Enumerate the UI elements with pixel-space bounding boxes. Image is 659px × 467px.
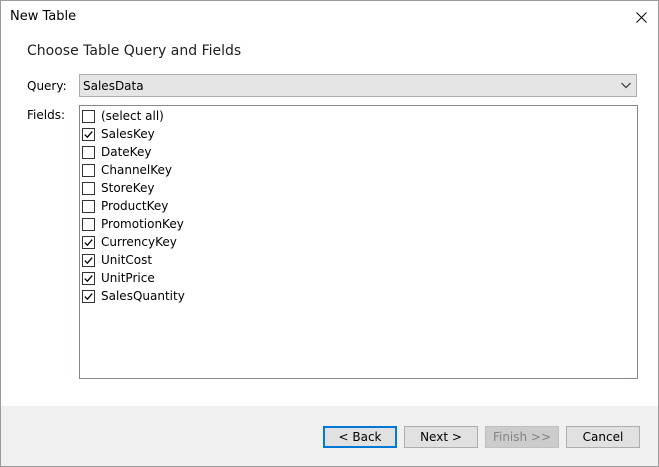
field-label: (select all) — [101, 109, 164, 123]
field-label: SalesQuantity — [101, 289, 185, 303]
field-label: ProductKey — [101, 199, 169, 213]
field-checkbox[interactable] — [82, 235, 95, 249]
checkmark-icon — [84, 238, 93, 246]
field-item[interactable]: ProductKey — [82, 197, 602, 215]
field-label: UnitPrice — [101, 271, 155, 285]
field-checkbox[interactable] — [82, 199, 95, 213]
field-label: ChannelKey — [101, 163, 173, 177]
fields-label: Fields: — [27, 108, 65, 122]
checkmark-icon — [84, 130, 93, 138]
title-bar: New Table — [1, 1, 658, 33]
button-bar: < Back Next > Finish >> Cancel — [1, 406, 658, 466]
query-label: Query: — [27, 79, 67, 93]
field-item[interactable]: StoreKey — [82, 179, 602, 197]
field-checkbox[interactable] — [82, 181, 95, 195]
finish-button: Finish >> — [485, 426, 559, 448]
field-item[interactable]: UnitCost — [82, 251, 602, 269]
field-item[interactable]: ChannelKey — [82, 161, 602, 179]
chevron-down-icon — [621, 82, 631, 89]
field-item[interactable]: DateKey — [82, 143, 602, 161]
field-item[interactable]: PromotionKey — [82, 215, 602, 233]
field-checkbox[interactable] — [82, 271, 95, 285]
close-icon — [635, 11, 647, 23]
field-item[interactable]: (select all) — [82, 107, 602, 125]
field-label: StoreKey — [101, 181, 155, 195]
field-checkbox[interactable] — [82, 109, 95, 123]
query-select-value: SalesData — [83, 79, 144, 93]
field-label: UnitCost — [101, 253, 153, 267]
field-checkbox[interactable] — [82, 163, 95, 177]
window-title: New Table — [10, 9, 77, 24]
checkmark-icon — [84, 274, 93, 282]
field-item[interactable]: CurrencyKey — [82, 233, 602, 251]
field-label: SalesKey — [101, 127, 155, 141]
checkmark-icon — [84, 256, 93, 264]
field-checkbox[interactable] — [82, 253, 95, 267]
field-item[interactable]: UnitPrice — [82, 269, 602, 287]
field-checkbox[interactable] — [82, 289, 95, 303]
query-select[interactable]: SalesData — [79, 74, 637, 97]
next-button[interactable]: Next > — [404, 426, 478, 448]
new-table-dialog: New Table Choose Table Query and Fields … — [0, 0, 659, 467]
field-checkbox[interactable] — [82, 145, 95, 159]
field-label: CurrencyKey — [101, 235, 177, 249]
checkmark-icon — [84, 292, 93, 300]
field-label: PromotionKey — [101, 217, 184, 231]
field-item[interactable]: SalesKey — [82, 125, 602, 143]
fields-list[interactable]: (select all) SalesKey DateKey ChannelKey Sto… — [79, 105, 638, 379]
field-label: DateKey — [101, 145, 152, 159]
field-checkbox[interactable] — [82, 217, 95, 231]
close-button[interactable] — [624, 1, 658, 33]
field-item[interactable]: SalesQuantity — [82, 287, 602, 305]
page-heading: Choose Table Query and Fields — [27, 43, 242, 59]
cancel-button[interactable]: Cancel — [566, 426, 640, 448]
back-button[interactable]: < Back — [323, 426, 397, 448]
field-checkbox[interactable] — [82, 127, 95, 141]
